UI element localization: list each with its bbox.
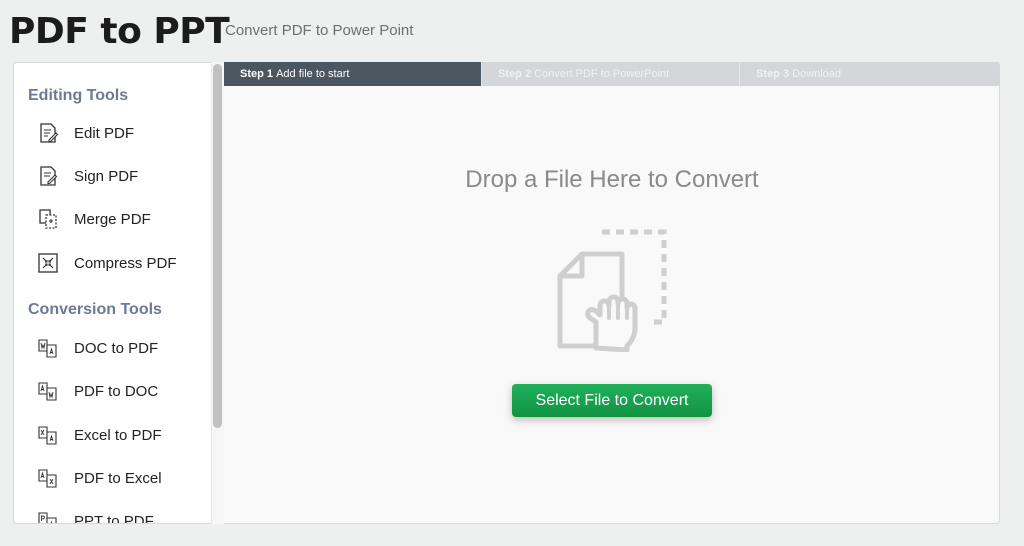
sidebar-item-label: Edit PDF <box>74 124 135 142</box>
sidebar-item-label: Excel to PDF <box>74 426 162 444</box>
section-heading-editing: Editing Tools <box>28 87 129 104</box>
step-2: Step 2 Convert PDF to PowerPoint <box>482 62 740 86</box>
section-heading-conversion: Conversion Tools <box>28 301 162 318</box>
sidebar-scrollbar[interactable] <box>213 64 222 428</box>
drop-file-icon[interactable] <box>552 226 672 357</box>
sidebar-item-label: PDF to DOC <box>74 382 159 400</box>
step-3: Step 3 Download <box>740 62 1000 86</box>
doc-to-pdf-icon <box>34 334 62 362</box>
sidebar-item-pdf-to-excel[interactable]: PDF to Excel <box>34 463 209 493</box>
pdf-to-excel-icon <box>34 464 62 492</box>
step-number: Step 3 <box>756 68 793 80</box>
sidebar-item-excel-to-pdf[interactable]: Excel to PDF <box>34 420 209 450</box>
sidebar-item-merge-pdf[interactable]: Merge PDF <box>34 204 209 234</box>
compress-pdf-icon <box>34 249 62 277</box>
header: PDF to PPT Convert PDF to Power Point <box>0 0 1024 62</box>
pdf-to-doc-icon <box>34 377 62 405</box>
sidebar-item-label: PDF to Excel <box>74 469 162 487</box>
step-text: Download <box>792 68 841 80</box>
step-text: Add file to start <box>276 68 350 80</box>
step-1: Step 1 Add file to start <box>224 62 482 86</box>
sidebar: Editing Tools Edit PDF Sign PDF Merge PD… <box>13 62 224 524</box>
step-number: Step 2 <box>498 68 535 80</box>
excel-to-pdf-icon <box>34 421 62 449</box>
step-text: Convert PDF to PowerPoint <box>534 68 670 80</box>
sidebar-item-label: DOC to PDF <box>74 339 159 357</box>
page-title: PDF to PPT <box>9 11 230 52</box>
step-progress-bar: Step 1 Add file to start Step 2 Convert … <box>224 62 1000 86</box>
sidebar-item-label: Merge PDF <box>74 210 151 228</box>
sidebar-item-label: Compress PDF <box>74 254 177 272</box>
sidebar-item-edit-pdf[interactable]: Edit PDF <box>34 118 209 148</box>
sign-pdf-icon <box>34 162 62 190</box>
sidebar-item-doc-to-pdf[interactable]: DOC to PDF <box>34 333 209 363</box>
dropzone-title: Drop a File Here to Convert <box>465 166 759 193</box>
select-file-button[interactable]: Select File to Convert <box>512 384 712 417</box>
sidebar-item-ppt-to-pdf[interactable]: PPT to PDF <box>34 506 209 524</box>
sidebar-item-label: PPT to PDF <box>74 512 154 524</box>
sidebar-item-pdf-to-doc[interactable]: PDF to DOC <box>34 376 209 406</box>
merge-pdf-icon <box>34 205 62 233</box>
edit-pdf-icon <box>34 119 62 147</box>
step-number: Step 1 <box>240 68 277 80</box>
ppt-to-pdf-icon <box>34 507 62 523</box>
sidebar-item-compress-pdf[interactable]: Compress PDF <box>34 248 209 278</box>
sidebar-item-sign-pdf[interactable]: Sign PDF <box>34 161 209 191</box>
page-subtitle: Convert PDF to Power Point <box>225 22 414 39</box>
sidebar-item-label: Sign PDF <box>74 167 139 185</box>
